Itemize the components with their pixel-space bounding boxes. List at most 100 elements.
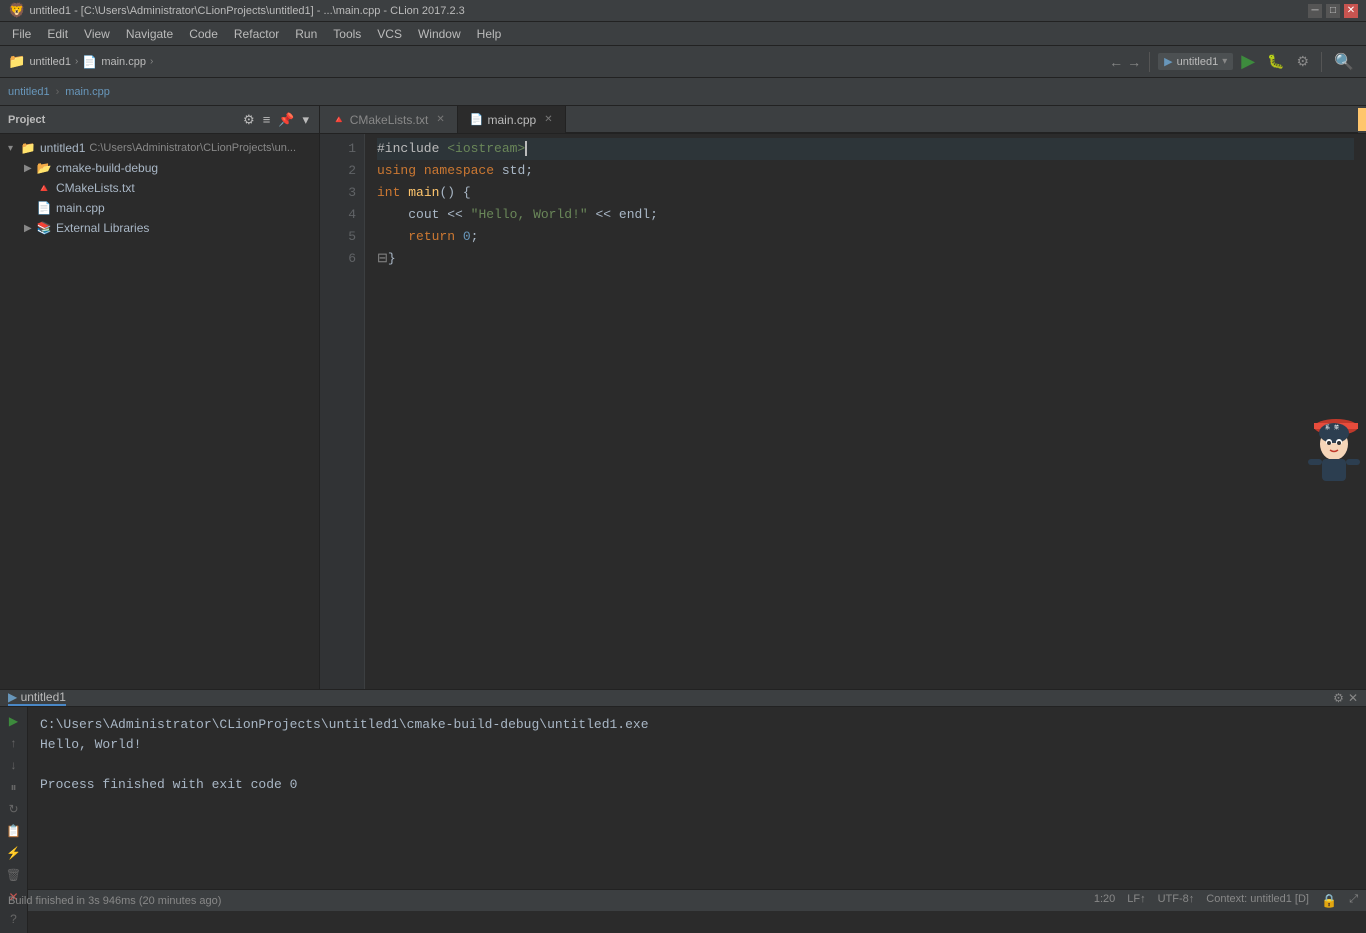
maximize-button[interactable]: □ (1326, 4, 1340, 18)
preprocessor-hash: #include (377, 141, 439, 156)
tree-cmake-folder-icon: 📂 (36, 160, 52, 176)
space6 (455, 229, 463, 244)
sidebar-settings-button[interactable]: ⚙ (241, 112, 257, 128)
toolbar-project-icon: 📁 (8, 53, 25, 70)
menu-file[interactable]: File (4, 25, 39, 43)
sidebar-expand-button[interactable]: ▾ (300, 112, 311, 128)
tree-cmake-build-label: cmake-build-debug (56, 161, 158, 175)
run-config[interactable]: ▶ untitled1 ▾ (1158, 53, 1233, 70)
tree-root-label: untitled1 (40, 141, 85, 155)
run-down-button[interactable]: ↓ (4, 755, 24, 775)
kw-using: using (377, 163, 416, 178)
status-line-col[interactable]: 1:20 (1094, 893, 1115, 909)
debug-button[interactable]: 🐛 (1263, 51, 1288, 72)
menu-tools[interactable]: Tools (325, 25, 369, 43)
tree-root-path: C:\Users\Administrator\CLionProjects\un.… (89, 142, 296, 154)
tab-cmakelist[interactable]: 🔺 CMakeLists.txt ✕ (320, 106, 458, 133)
menu-run[interactable]: Run (287, 25, 325, 43)
minimize-button[interactable]: ─ (1308, 4, 1322, 18)
run-button[interactable]: ▶ (1237, 51, 1259, 72)
code-editor[interactable]: 1 2 3 4 5 6 #include <iostream> using na… (320, 134, 1366, 689)
tree-maincpp[interactable]: ▶ 📄 main.cpp (0, 198, 319, 218)
editor-tabs: 🔺 CMakeLists.txt ✕ 📄 main.cpp ✕ (320, 106, 1366, 134)
semi2: ; (650, 207, 658, 222)
tab-cmake-close[interactable]: ✕ (436, 114, 444, 125)
run-up-button[interactable]: ↑ (4, 733, 24, 753)
tree-expand-icon: ▾ (8, 143, 20, 154)
line-num-4: 4 (328, 204, 356, 226)
search-everywhere-button[interactable]: 🔍 (1330, 50, 1358, 74)
kw-std: std (502, 163, 525, 178)
space1 (416, 163, 424, 178)
status-encoding[interactable]: UTF-8↑ (1158, 893, 1195, 909)
kw-namespace: namespace (424, 163, 494, 178)
run-settings-button[interactable]: ⚙ (1333, 691, 1344, 705)
menu-window[interactable]: Window (410, 25, 469, 43)
space2 (494, 163, 502, 178)
menu-view[interactable]: View (76, 25, 118, 43)
str-hello: "Hello, World!" (471, 207, 588, 222)
breadcrumb-project[interactable]: untitled1 (8, 86, 50, 98)
tab-cmake-label: CMakeLists.txt (350, 113, 429, 127)
space4: << (439, 207, 470, 222)
breadcrumb-sep: › (56, 86, 60, 98)
toolbar-left: 📁 untitled1 › 📄 main.cpp › (8, 53, 153, 70)
tree-root[interactable]: ▾ 📁 untitled1 C:\Users\Administrator\CLi… (0, 138, 319, 158)
semi1: ; (525, 163, 533, 178)
menubar: File Edit View Navigate Code Refactor Ru… (0, 22, 1366, 46)
toolbar-project-label: untitled1 (29, 56, 71, 68)
line-num-1: 1 (328, 138, 356, 160)
menu-vcs[interactable]: VCS (369, 25, 410, 43)
tree-root-icon: 📁 (20, 140, 36, 156)
tree-cmakelist[interactable]: ▶ 🔺 CMakeLists.txt (0, 178, 319, 198)
tree-cpp-icon: 📄 (36, 200, 52, 216)
tab-cpp-close[interactable]: ✕ (544, 114, 552, 125)
run-close-button[interactable]: ✕ (1348, 691, 1358, 705)
run-header: ▶ untitled1 ⚙ ✕ (0, 690, 1366, 707)
run-pause-button[interactable]: ⏸ (4, 777, 24, 797)
tab-cmake-icon: 🔺 (332, 113, 346, 126)
navigate-forward-icon[interactable]: → (1127, 54, 1141, 70)
coverage-button[interactable]: ⚙ (1293, 51, 1314, 72)
run-scroll-button[interactable]: 📋 (4, 821, 24, 841)
tree-cmake-build[interactable]: ▶ 📂 cmake-build-debug (0, 158, 319, 178)
titlebar-title: untitled1 - [C:\Users\Administrator\CLio… (29, 5, 464, 17)
code-line-3: int main() { (377, 182, 1354, 204)
menu-code[interactable]: Code (181, 25, 226, 43)
run-config-icon: ▶ (1164, 55, 1172, 68)
sidebar-bookmark-button[interactable]: 📌 (276, 112, 296, 128)
tab-right-marker (1358, 108, 1366, 131)
tree-external-libs[interactable]: ▶ 📚 External Libraries (0, 218, 319, 238)
run-hello-output: Hello, World! (40, 735, 1354, 755)
menu-help[interactable]: Help (469, 25, 510, 43)
code-content[interactable]: #include <iostream> using namespace std;… (365, 134, 1366, 689)
run-trash-button[interactable]: 🗑 (4, 865, 24, 885)
toolbar-actions: ← → (1109, 54, 1141, 70)
run-exe-path: C:\Users\Administrator\CLionProjects\unt… (40, 715, 1354, 735)
tab-maincpp[interactable]: 📄 main.cpp ✕ (458, 106, 566, 133)
titlebar: 🦁 untitled1 - [C:\Users\Administrator\CL… (0, 0, 1366, 22)
menu-edit[interactable]: Edit (39, 25, 76, 43)
toolbar-file-label: main.cpp (101, 56, 146, 68)
tree-lib-icon: 📚 (36, 220, 52, 236)
run-tab-label[interactable]: ▶ untitled1 (8, 690, 66, 706)
code-line-6: ⊟} (377, 248, 1354, 270)
code-line-5: return 0; (377, 226, 1354, 248)
menu-navigate[interactable]: Navigate (118, 25, 181, 43)
titlebar-icon: 🦁 (8, 2, 25, 19)
close-button[interactable]: ✕ (1344, 4, 1358, 18)
code-line-1: #include <iostream> (377, 138, 1354, 160)
navigate-back-icon[interactable]: ← (1109, 54, 1123, 70)
project-tree: ▾ 📁 untitled1 C:\Users\Administrator\CLi… (0, 134, 319, 689)
status-expand-icon[interactable]: ⤢ (1349, 893, 1358, 909)
run-rerun-button[interactable]: ↻ (4, 799, 24, 819)
run-question-button[interactable]: ? (4, 909, 24, 929)
run-play-button[interactable]: ▶ (4, 711, 24, 731)
cursor (525, 141, 527, 156)
breadcrumb-file[interactable]: main.cpp (65, 86, 110, 98)
sidebar-layout-button[interactable]: ≡ (261, 112, 273, 127)
status-context: Context: untitled1 [D] (1206, 893, 1309, 909)
menu-refactor[interactable]: Refactor (226, 25, 287, 43)
status-line-separator[interactable]: LF↑ (1127, 893, 1145, 909)
run-filter-button[interactable]: ⚡ (4, 843, 24, 863)
